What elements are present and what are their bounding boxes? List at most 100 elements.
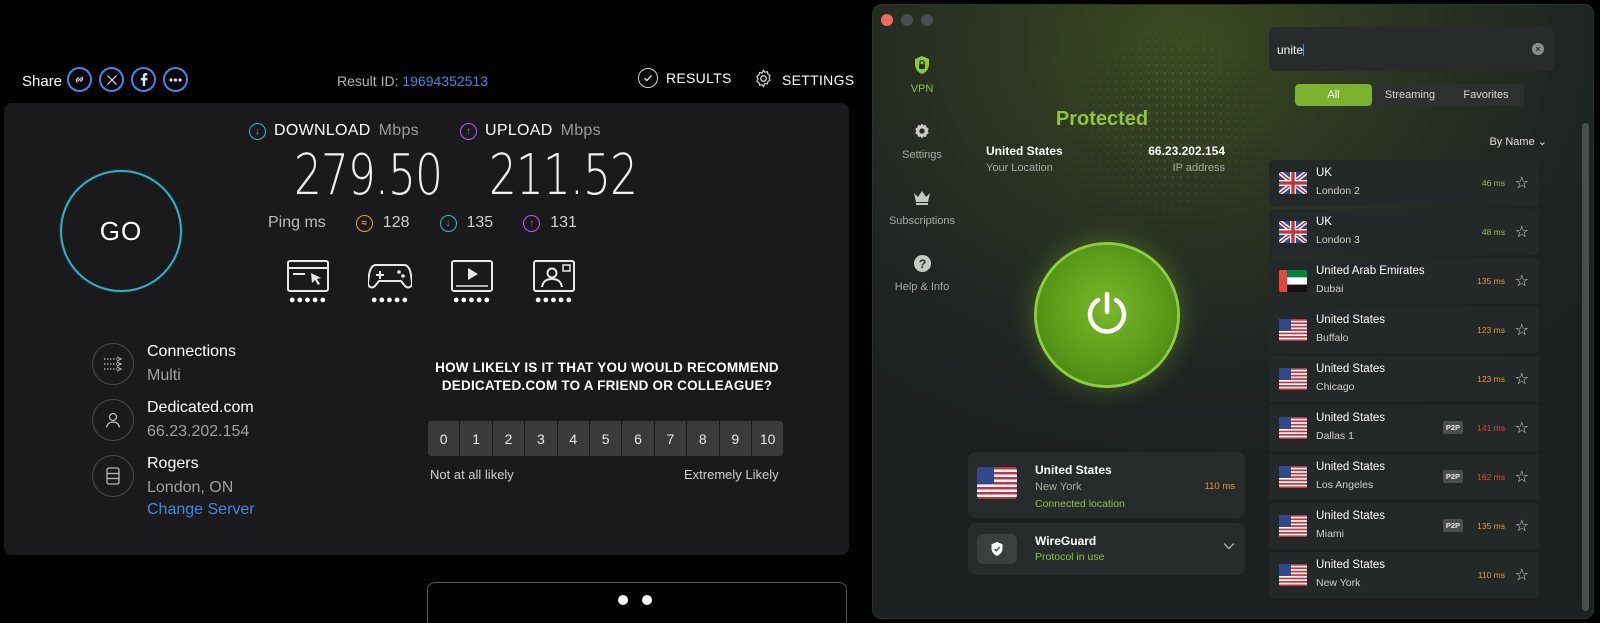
star-icon[interactable]: ☆ (1515, 565, 1529, 585)
gear-icon (912, 121, 932, 141)
server-list-scrollbar[interactable] (1582, 123, 1589, 611)
star-icon[interactable]: ☆ (1515, 173, 1529, 193)
nps-option-5[interactable]: 5 (589, 421, 622, 456)
tab-all[interactable]: All (1295, 84, 1372, 106)
nps-option-8[interactable]: 8 (687, 421, 719, 456)
server-row[interactable]: United States Buffalo 123 ms ☆ (1269, 307, 1539, 353)
nps-option-0[interactable]: 0 (428, 421, 460, 456)
connected-location-card[interactable]: United States New York Connected locatio… (968, 452, 1245, 518)
power-button[interactable] (1037, 245, 1177, 385)
nps-option-6[interactable]: 6 (622, 421, 654, 456)
search-box[interactable]: unite × (1269, 27, 1554, 71)
server-city: Buffalo (1316, 332, 1349, 344)
results-button[interactable]: RESULTS (638, 68, 732, 88)
facebook-icon[interactable] (131, 67, 156, 92)
nps-option-3[interactable]: 3 (525, 421, 557, 456)
server-country: United States (1316, 363, 1386, 375)
server-country: United States (1316, 412, 1386, 424)
ping-row: Ping ms ≈ 128 ↓ 135 ↑ 131 (268, 214, 607, 232)
change-server-link[interactable]: Change Server (147, 501, 255, 519)
connections-icon (92, 343, 134, 385)
star-icon[interactable]: ☆ (1515, 320, 1529, 340)
server-country: UK (1316, 216, 1332, 228)
server-list-panel: unite × All Streaming Favorites By Name … (1255, 5, 1593, 618)
server-row[interactable]: United States Dallas 1 P2P 141 ms ☆ (1269, 405, 1539, 451)
location-value: United States (986, 144, 1063, 158)
link-icon[interactable] (67, 67, 92, 92)
server-title: Rogers (147, 455, 199, 472)
star-icon[interactable]: ☆ (1515, 467, 1529, 487)
nps-option-4[interactable]: 4 (557, 421, 589, 456)
uae-flag-icon (1279, 270, 1307, 292)
server-row[interactable]: United States Chicago 123 ms ☆ (1269, 356, 1539, 402)
star-icon[interactable]: ☆ (1515, 271, 1529, 291)
ping-label: Ping ms (268, 214, 326, 231)
upload-label: UPLOAD (485, 122, 553, 139)
server-row[interactable]: United States Miami P2P 135 ms ☆ (1269, 503, 1539, 549)
tab-favorites[interactable]: Favorites (1448, 84, 1524, 106)
star-icon[interactable]: ☆ (1515, 222, 1529, 242)
server-city: Dallas 1 (1316, 430, 1354, 442)
search-value: unite (1277, 43, 1304, 57)
server-row[interactable]: United States New York 110 ms ☆ (1269, 552, 1539, 598)
server-location: London, ON (147, 479, 234, 496)
star-icon[interactable]: ☆ (1515, 418, 1529, 438)
server-row[interactable]: UK London 2 46 ms ☆ (1269, 160, 1539, 206)
gaming-icon: ●●●●● (368, 260, 412, 306)
us-flag-icon (1279, 564, 1307, 586)
video-call-icon: ●●●●● (532, 260, 576, 306)
star-icon[interactable]: ☆ (1515, 516, 1529, 536)
server-row[interactable]: UK London 3 48 ms ☆ (1269, 209, 1539, 255)
ping-upload: ↑ 131 (523, 214, 577, 232)
host-title: Dedicated.com (147, 399, 254, 416)
ping-download-icon: ↓ (439, 214, 457, 232)
connections-title: Connections (147, 343, 236, 360)
help-icon: ? (912, 253, 932, 273)
result-id-link[interactable]: 19694352513 (402, 73, 488, 89)
upload-unit: Mbps (560, 122, 601, 139)
text-cursor (1303, 44, 1305, 56)
sidebar-item-subscriptions[interactable]: Subscriptions (873, 187, 971, 227)
nps-option-1[interactable]: 1 (460, 421, 492, 456)
upload-value: 211.52 (489, 143, 638, 208)
more-icon[interactable] (163, 67, 188, 92)
server-city: London 3 (1316, 234, 1360, 246)
server-row[interactable]: United Arab Emirates Dubai 135 ms ☆ (1269, 258, 1539, 304)
nps-option-9[interactable]: 9 (719, 421, 751, 456)
search-input[interactable]: unite (1277, 43, 1305, 57)
gear-icon (753, 68, 774, 92)
user-icon (92, 399, 134, 441)
settings-label: SETTINGS (782, 72, 855, 88)
sidebar-item-help[interactable]: ? Help & Info (873, 253, 971, 293)
tab-streaming[interactable]: Streaming (1372, 84, 1448, 106)
ping-upload-icon: ↑ (523, 214, 541, 232)
nps-high-label: Extremely Likely (684, 467, 779, 482)
ad-carousel (427, 582, 847, 623)
screen: Share Result ID: 19694352513 RESULTS SET… (0, 0, 1600, 623)
protocol-sub: Protocol in use (1035, 551, 1105, 563)
nps-option-2[interactable]: 2 (492, 421, 525, 456)
settings-button[interactable]: SETTINGS (753, 68, 854, 92)
sidebar-item-settings[interactable]: Settings (873, 121, 971, 161)
nps-option-10[interactable]: 10 (751, 421, 784, 456)
nps-option-7[interactable]: 7 (654, 421, 687, 456)
server-latency: 123 ms (1477, 374, 1505, 384)
server-latency: 110 ms (1477, 570, 1505, 580)
sort-dropdown[interactable]: By Name ⌄ (1489, 135, 1547, 148)
shield-check-icon (977, 534, 1017, 564)
sidebar-item-vpn[interactable]: VPN (873, 55, 971, 95)
download-unit: Mbps (378, 122, 419, 139)
clear-search-icon[interactable]: × (1532, 43, 1544, 55)
server-row[interactable]: United States Los Angeles P2P 162 ms ☆ (1269, 454, 1539, 500)
protocol-card[interactable]: WireGuard Protocol in use (968, 523, 1245, 575)
go-button[interactable]: GO (60, 170, 182, 292)
upload-header: ↑ UPLOAD Mbps (460, 122, 601, 140)
star-icon[interactable]: ☆ (1515, 369, 1529, 389)
x-icon[interactable] (99, 67, 124, 92)
carousel-dot-2[interactable] (642, 595, 652, 605)
server-country: UK (1316, 167, 1332, 179)
carousel-dot-1[interactable] (618, 595, 628, 605)
connected-latency: 110 ms (1204, 481, 1235, 492)
location-label: Your Location (986, 162, 1053, 174)
server-country: United States (1316, 510, 1386, 522)
